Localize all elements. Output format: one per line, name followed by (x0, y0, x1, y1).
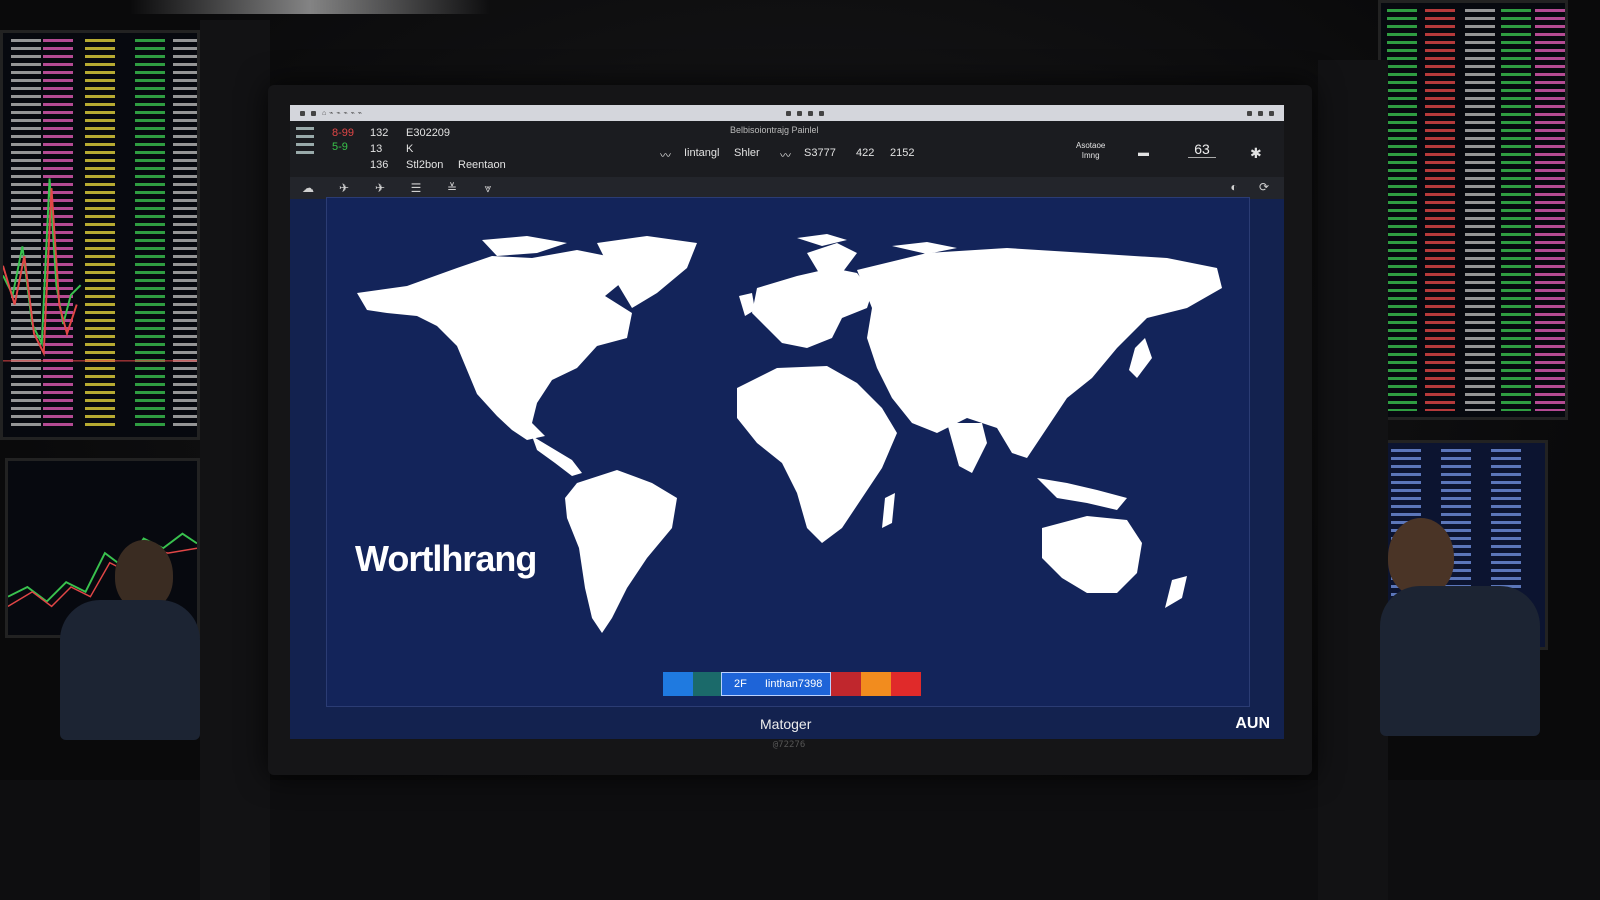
world-map-panel: Wortlhrang 2F Iinthan7398 (326, 197, 1250, 707)
toolbar: ☁ ✈ ✈ ☰ ≚ ⩔ ◐ ⟳ (290, 177, 1284, 199)
lines-icon[interactable]: ☰ (406, 181, 426, 195)
candlestick-chart (3, 178, 197, 362)
bezel-label: @72276 (772, 740, 806, 750)
moon-icon[interactable]: ◐ (1224, 180, 1244, 194)
trend-icon: 〰 (780, 150, 791, 162)
person-right (1380, 518, 1540, 738)
close-icon[interactable] (1269, 110, 1274, 116)
world-map[interactable] (327, 198, 1251, 708)
legend-text: Iinthan7398 (764, 678, 823, 690)
header-value: 13 (370, 143, 383, 155)
person-left (60, 540, 200, 740)
screen: ⌂ ⌁ ⌁ ⌁ ⌁ ⌁ 8-99 5-9 132 13 136 E302209 … (290, 105, 1284, 739)
asia (857, 248, 1222, 458)
minimize-icon[interactable] (1247, 110, 1252, 116)
trend-icon: 〰 (660, 150, 671, 162)
titlebar-right-icons (1247, 110, 1274, 116)
south-america (565, 470, 677, 633)
tool-icon[interactable] (796, 110, 802, 116)
panel-title: Belbisoiontrajg Painlel (730, 125, 819, 135)
status-center-text: Matoger (760, 716, 812, 732)
menu-icon[interactable] (296, 127, 322, 159)
pillar (1318, 60, 1388, 900)
japan (1129, 338, 1152, 378)
legend-label[interactable]: 2F Iinthan7398 (721, 672, 831, 696)
side-monitor-right-top (1378, 0, 1568, 420)
header-value: E302209 (406, 127, 451, 139)
ceiling-light (130, 0, 490, 14)
filter-icon[interactable]: ≚ (442, 181, 462, 195)
plane-icon[interactable]: ✈ (370, 181, 390, 195)
side-monitor-left-top (0, 30, 200, 440)
tool-icon[interactable] (785, 110, 791, 116)
plane-icon[interactable]: ✈ (334, 181, 354, 195)
tool-icon[interactable] (818, 110, 824, 116)
map-title: Wortlhrang (355, 538, 537, 579)
toolbar-right: ◐ ⟳ (1224, 180, 1274, 194)
header-label: Asotaoe Imng (1076, 141, 1106, 160)
arctic-islands (482, 236, 567, 256)
flag-value: 8-99 (332, 127, 355, 139)
arctic-islands (797, 234, 847, 246)
header-value: K (406, 143, 414, 155)
new-zealand (1165, 576, 1187, 608)
settings-icon[interactable]: ✱ (1250, 145, 1262, 162)
north-america (357, 250, 632, 440)
southeast-asia-islands (1037, 478, 1127, 510)
maximize-icon[interactable] (1258, 110, 1263, 116)
header-value: S3777 (804, 147, 836, 159)
header-value-box[interactable]: 63 (1188, 141, 1216, 158)
legend-swatch[interactable] (891, 672, 921, 696)
map-legend: 2F Iinthan7398 (663, 672, 921, 696)
titlebar-left: ⌂ ⌁ ⌁ ⌁ ⌁ ⌁ (300, 109, 363, 117)
cloud-icon[interactable]: ☁ (298, 181, 318, 195)
window-titlebar: ⌂ ⌁ ⌁ ⌁ ⌁ ⌁ (290, 105, 1284, 121)
legend-prefix: 2F (734, 678, 747, 690)
europe (752, 268, 872, 348)
market-header: 8-99 5-9 132 13 136 E302209 K Stl2bon Re… (290, 121, 1284, 177)
header-label: Shler (734, 147, 760, 159)
header-value: 2152 (890, 147, 915, 159)
central-america (532, 436, 582, 476)
australia (1042, 516, 1142, 593)
tool-icon[interactable] (807, 110, 813, 116)
status-right-text: AUN (1235, 715, 1270, 732)
refresh-icon[interactable]: ⟳ (1254, 180, 1274, 194)
pillar (200, 20, 270, 900)
header-value: Stl2bon (406, 159, 444, 171)
header-value: 136 (370, 159, 389, 171)
header-value: Reentaon (458, 159, 506, 171)
chart-icon[interactable]: ⩔ (478, 181, 498, 196)
titlebar-center-icons (785, 110, 824, 116)
legend-swatch[interactable] (831, 672, 861, 696)
minus-icon[interactable]: ▬ (1138, 147, 1149, 159)
africa (737, 366, 897, 543)
greenland (597, 236, 697, 308)
legend-swatch[interactable] (861, 672, 891, 696)
india (947, 423, 987, 473)
header-value: 132 (370, 127, 389, 139)
legend-swatch[interactable] (663, 672, 693, 696)
window-control-icon[interactable] (311, 110, 316, 116)
status-bar: Matoger AUN (290, 709, 1284, 739)
header-label: Iintangl (684, 147, 720, 159)
flag-value: 5-9 (332, 141, 348, 153)
legend-swatch[interactable] (693, 672, 721, 696)
window-control-icon[interactable] (300, 110, 305, 116)
titlebar-text: ⌂ ⌁ ⌁ ⌁ ⌁ ⌁ (322, 110, 363, 117)
madagascar (882, 493, 895, 528)
header-value: 422 (856, 147, 875, 159)
